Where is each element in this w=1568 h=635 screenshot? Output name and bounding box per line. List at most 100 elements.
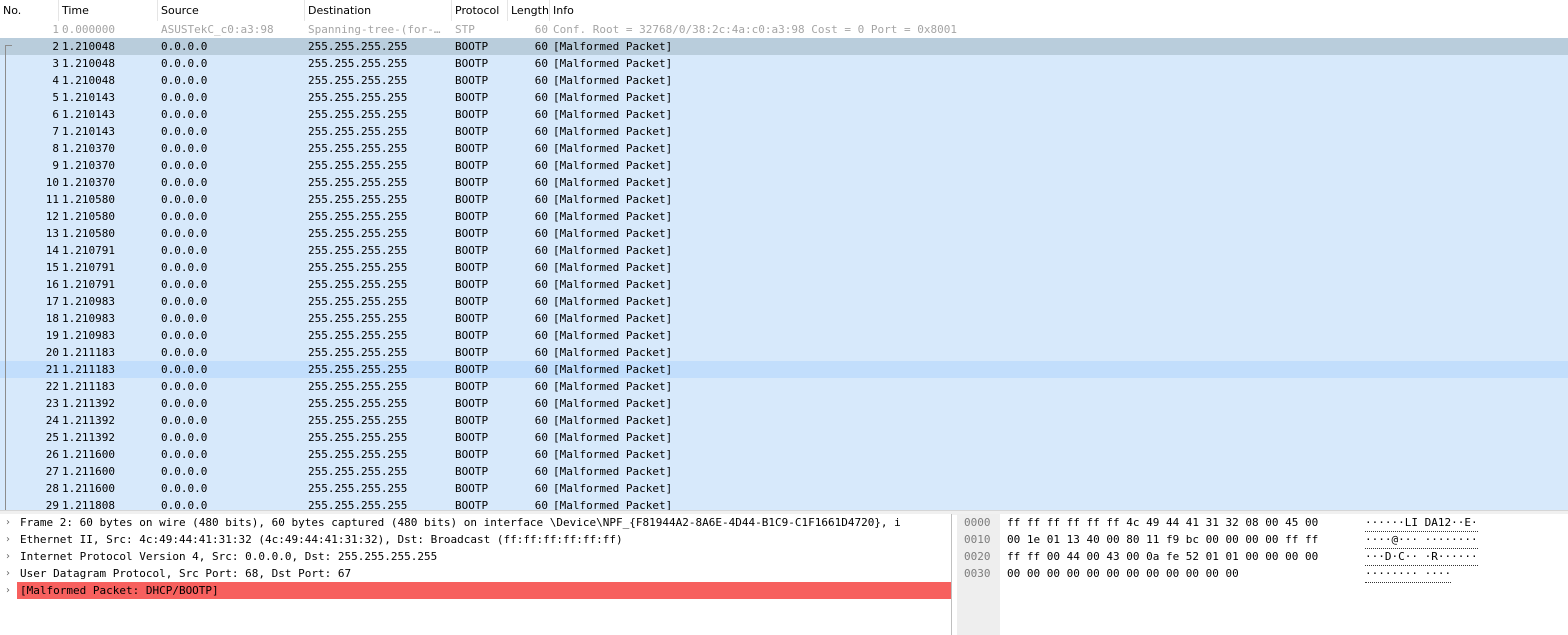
row-length: 60: [534, 159, 548, 172]
row-protocol: BOOTP: [455, 159, 489, 172]
row-no: 28: [45, 482, 59, 495]
detail-tree-item[interactable]: › Internet Protocol Version 4, Src: 0.0.0…: [0, 548, 951, 565]
row-time: 1.211392: [62, 397, 115, 410]
bytes-row: 0010 00 1e 01 13 40 00 80 11 f9 bc 00 00 …: [957, 531, 1568, 549]
row-protocol: BOOTP: [455, 74, 489, 87]
chevron-right-icon[interactable]: ›: [3, 582, 13, 599]
packet-row[interactable]: 24 1.211392 0.0.0.0 255.255.255.255 BOOTP 60 […: [0, 412, 1568, 429]
row-source: 0.0.0.0: [161, 346, 208, 359]
packet-row[interactable]: 25 1.211392 0.0.0.0 255.255.255.255 BOOTP 60 […: [0, 429, 1568, 446]
packet-row[interactable]: 8 1.210370 0.0.0.0 255.255.255.255 BOOTP 60 [M…: [0, 140, 1568, 157]
row-no: 8: [52, 142, 59, 155]
packet-row[interactable]: 6 1.210143 0.0.0.0 255.255.255.255 BOOTP 60 [M…: [0, 106, 1568, 123]
packet-list[interactable]: No. Time Source Destination Protocol Len…: [0, 0, 1568, 510]
detail-tree-item[interactable]: › Frame 2: 60 bytes on wire (480 bits), 6…: [0, 514, 951, 531]
row-info: [Malformed Packet]: [553, 142, 673, 155]
row-destination: 255.255.255.255: [308, 193, 408, 206]
row-source: 0.0.0.0: [161, 448, 208, 461]
bytes-hex[interactable]: 00 00 00 00 00 00 00 00 00 00 00 00: [1007, 565, 1239, 582]
row-destination: 255.255.255.255: [308, 346, 408, 359]
row-length: 60: [534, 210, 548, 223]
row-time: 1.210983: [62, 329, 115, 342]
packet-row[interactable]: 26 1.211600 0.0.0.0 255.255.255.255 BOOTP 60 […: [0, 446, 1568, 463]
packet-row[interactable]: 21 1.211183 0.0.0.0 255.255.255.255 BOOTP 60 […: [0, 361, 1568, 378]
chevron-right-icon[interactable]: ›: [3, 548, 13, 565]
packet-row[interactable]: 5 1.210143 0.0.0.0 255.255.255.255 BOOTP 60 [M…: [0, 89, 1568, 106]
row-no: 23: [45, 397, 59, 410]
packet-row[interactable]: 4 1.210048 0.0.0.0 255.255.255.255 BOOTP 60 [M…: [0, 72, 1568, 89]
row-protocol: BOOTP: [455, 499, 489, 510]
row-info: [Malformed Packet]: [553, 176, 673, 189]
packet-row[interactable]: 13 1.210580 0.0.0.0 255.255.255.255 BOOTP 60 […: [0, 225, 1568, 242]
column-header-info[interactable]: Info: [550, 0, 1568, 21]
row-time: 1.211600: [62, 482, 115, 495]
packet-row[interactable]: 29 1.211808 0.0.0.0 255.255.255.255 BOOTP 60 […: [0, 497, 1568, 510]
detail-tree-item[interactable]: › User Datagram Protocol, Src Port: 68, D…: [0, 565, 951, 582]
column-header-destination[interactable]: Destination: [305, 0, 452, 21]
column-header-source[interactable]: Source: [158, 0, 305, 21]
packet-row[interactable]: 3 1.210048 0.0.0.0 255.255.255.255 BOOTP 60 [M…: [0, 55, 1568, 72]
row-protocol: BOOTP: [455, 142, 489, 155]
row-info: [Malformed Packet]: [553, 363, 673, 376]
row-time: 1.211600: [62, 448, 115, 461]
bytes-ascii[interactable]: ······LI DA12··E·: [1365, 514, 1478, 532]
detail-text: Frame 2: 60 bytes on wire (480 bits), 60…: [20, 516, 901, 529]
packet-row[interactable]: 16 1.210791 0.0.0.0 255.255.255.255 BOOTP 60 […: [0, 276, 1568, 293]
row-destination: 255.255.255.255: [308, 397, 408, 410]
packet-row[interactable]: 20 1.211183 0.0.0.0 255.255.255.255 BOOTP 60 […: [0, 344, 1568, 361]
row-time: 1.210048: [62, 74, 115, 87]
packet-bytes-pane[interactable]: 0000 ff ff ff ff ff ff 4c 49 44 41 31 32 …: [957, 514, 1568, 635]
packet-row[interactable]: 22 1.211183 0.0.0.0 255.255.255.255 BOOTP 60 […: [0, 378, 1568, 395]
packet-row[interactable]: 19 1.210983 0.0.0.0 255.255.255.255 BOOTP 60 […: [0, 327, 1568, 344]
row-length: 60: [534, 261, 548, 274]
chevron-right-icon[interactable]: ›: [3, 565, 13, 582]
row-length: 60: [534, 57, 548, 70]
packet-list-header: No. Time Source Destination Protocol Len…: [0, 0, 1568, 22]
column-header-time[interactable]: Time: [59, 0, 158, 21]
packet-row[interactable]: 7 1.210143 0.0.0.0 255.255.255.255 BOOTP 60 [M…: [0, 123, 1568, 140]
packet-row[interactable]: 27 1.211600 0.0.0.0 255.255.255.255 BOOTP 60 […: [0, 463, 1568, 480]
bytes-hex[interactable]: ff ff 00 44 00 43 00 0a fe 52 01 01 00 0…: [1007, 548, 1318, 565]
row-time: 1.211183: [62, 380, 115, 393]
bytes-ascii[interactable]: ········ ····: [1365, 565, 1452, 583]
column-header-length[interactable]: Length: [508, 0, 550, 21]
row-source: 0.0.0.0: [161, 193, 208, 206]
row-protocol: BOOTP: [455, 108, 489, 121]
row-protocol: BOOTP: [455, 91, 489, 104]
bytes-hex[interactable]: ff ff ff ff ff ff 4c 49 44 41 31 32 08 0…: [1007, 514, 1318, 531]
row-length: 60: [534, 278, 548, 291]
packet-rows: 1 0.000000 ASUSTekC_c0:a3:98 Spanning-tree-…: [0, 21, 1568, 510]
row-destination: 255.255.255.255: [308, 380, 408, 393]
packet-row[interactable]: 1 0.000000 ASUSTekC_c0:a3:98 Spanning-tree-…: [0, 21, 1568, 38]
packet-row[interactable]: 12 1.210580 0.0.0.0 255.255.255.255 BOOTP 60 […: [0, 208, 1568, 225]
bytes-ascii[interactable]: ····@··· ········: [1365, 531, 1478, 549]
packet-row[interactable]: 18 1.210983 0.0.0.0 255.255.255.255 BOOTP 60 […: [0, 310, 1568, 327]
column-header-no[interactable]: No.: [0, 0, 59, 21]
bytes-hex[interactable]: 00 1e 01 13 40 00 80 11 f9 bc 00 00 00 0…: [1007, 531, 1318, 548]
packet-row[interactable]: 17 1.210983 0.0.0.0 255.255.255.255 BOOTP 60 […: [0, 293, 1568, 310]
packet-row[interactable]: 15 1.210791 0.0.0.0 255.255.255.255 BOOTP 60 […: [0, 259, 1568, 276]
column-header-protocol[interactable]: Protocol: [452, 0, 508, 21]
row-protocol: BOOTP: [455, 363, 489, 376]
packet-row[interactable]: 14 1.210791 0.0.0.0 255.255.255.255 BOOTP 60 […: [0, 242, 1568, 259]
chevron-right-icon[interactable]: ›: [3, 514, 13, 531]
detail-tree-item[interactable]: › [Malformed Packet: DHCP/BOOTP]: [0, 582, 951, 599]
packet-details-pane[interactable]: › Frame 2: 60 bytes on wire (480 bits), 6…: [0, 514, 952, 635]
row-destination: 255.255.255.255: [308, 159, 408, 172]
chevron-right-icon[interactable]: ›: [3, 531, 13, 548]
packet-row[interactable]: 11 1.210580 0.0.0.0 255.255.255.255 BOOTP 60 […: [0, 191, 1568, 208]
row-time: 1.211183: [62, 363, 115, 376]
row-info: [Malformed Packet]: [553, 295, 673, 308]
packet-row[interactable]: 28 1.211600 0.0.0.0 255.255.255.255 BOOTP 60 […: [0, 480, 1568, 497]
row-no: 5: [52, 91, 59, 104]
packet-row[interactable]: 10 1.210370 0.0.0.0 255.255.255.255 BOOTP 60 […: [0, 174, 1568, 191]
bytes-offset: 0010: [964, 533, 991, 546]
row-protocol: BOOTP: [455, 278, 489, 291]
packet-row[interactable]: 9 1.210370 0.0.0.0 255.255.255.255 BOOTP 60 [M…: [0, 157, 1568, 174]
bytes-ascii[interactable]: ···D·C·· ·R······: [1365, 548, 1478, 566]
row-source: 0.0.0.0: [161, 431, 208, 444]
packet-row[interactable]: 2 1.210048 0.0.0.0 255.255.255.255 BOOTP 60 [M…: [0, 38, 1568, 55]
detail-tree-item[interactable]: › Ethernet II, Src: 4c:49:44:41:31:32 (4c…: [0, 531, 951, 548]
row-length: 60: [534, 346, 548, 359]
packet-row[interactable]: 23 1.211392 0.0.0.0 255.255.255.255 BOOTP 60 […: [0, 395, 1568, 412]
